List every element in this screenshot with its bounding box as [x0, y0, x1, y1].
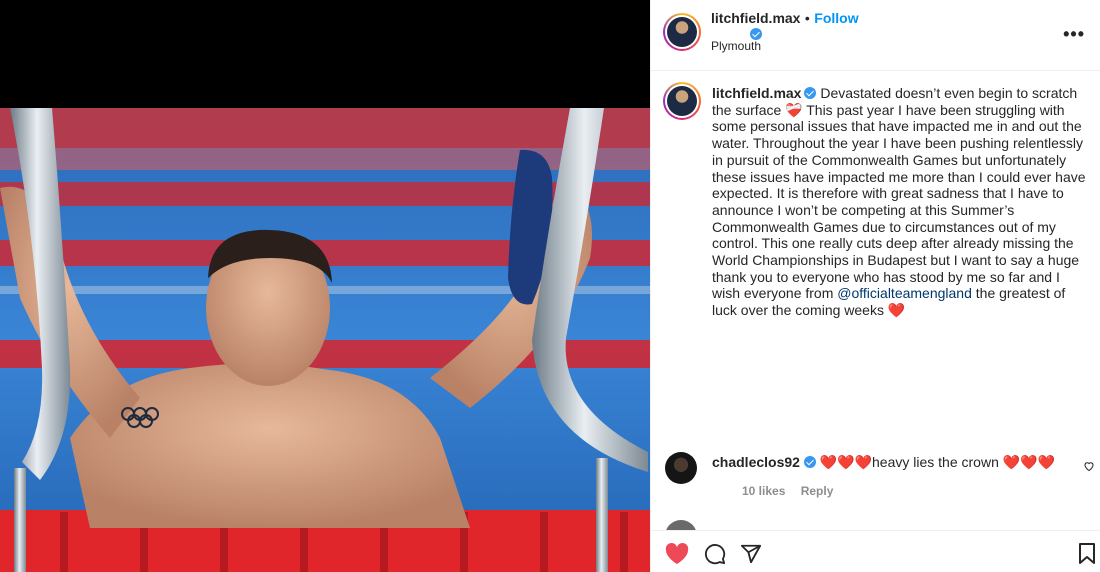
comment-body: chadleclos92 ❤️❤️❤️heavy lies the crown … — [712, 454, 1082, 471]
comment-meta: 10 likes Reply — [742, 484, 845, 498]
action-bar — [651, 530, 1100, 572]
commenter-avatar[interactable] — [665, 452, 697, 484]
author-line: litchfield.max • Follow — [711, 10, 859, 28]
caption-avatar[interactable] — [663, 82, 701, 120]
comment-hearts-before: ❤️❤️❤️ — [819, 454, 873, 470]
author-username[interactable]: litchfield.max — [711, 10, 800, 26]
caption-text-2: This past year I have been struggling wi… — [712, 101, 1086, 302]
post-panel: litchfield.max • Follow Plymouth ••• lit… — [650, 0, 1100, 572]
comment-like-icon[interactable] — [1083, 460, 1095, 475]
comment-reply-button[interactable]: Reply — [801, 484, 834, 498]
post-photo — [0, 108, 650, 572]
comment-icon[interactable] — [704, 543, 726, 570]
swimmer-photo — [0, 108, 650, 572]
comment-likes[interactable]: 10 likes — [742, 484, 785, 498]
comment-text: heavy lies the crown — [872, 454, 999, 470]
save-icon[interactable] — [1078, 543, 1096, 570]
author-avatar[interactable] — [663, 13, 701, 51]
commenter-username[interactable]: chadleclos92 — [712, 454, 800, 470]
mention-link[interactable]: @officialteamengland — [837, 285, 972, 301]
verified-icon — [803, 456, 816, 468]
caption-username[interactable]: litchfield.max — [712, 85, 801, 101]
mending-heart-emoji: ❤️‍🩹 — [785, 101, 803, 118]
heart-emoji: ❤️ — [887, 302, 906, 319]
verified-icon — [804, 87, 817, 99]
follow-button[interactable]: Follow — [814, 10, 858, 26]
separator-dot: • — [804, 10, 810, 26]
post-header: litchfield.max • Follow Plymouth ••• — [651, 0, 1100, 71]
post-location[interactable]: Plymouth — [711, 39, 761, 53]
post-media[interactable] — [0, 0, 650, 572]
post-caption: litchfield.max Devastated doesn’t even b… — [712, 85, 1087, 319]
more-icon[interactable]: ••• — [1063, 24, 1085, 45]
heart-icon[interactable] — [665, 542, 689, 570]
share-icon[interactable] — [740, 543, 762, 570]
comment-hearts-after: ❤️❤️❤️ — [1002, 454, 1056, 470]
